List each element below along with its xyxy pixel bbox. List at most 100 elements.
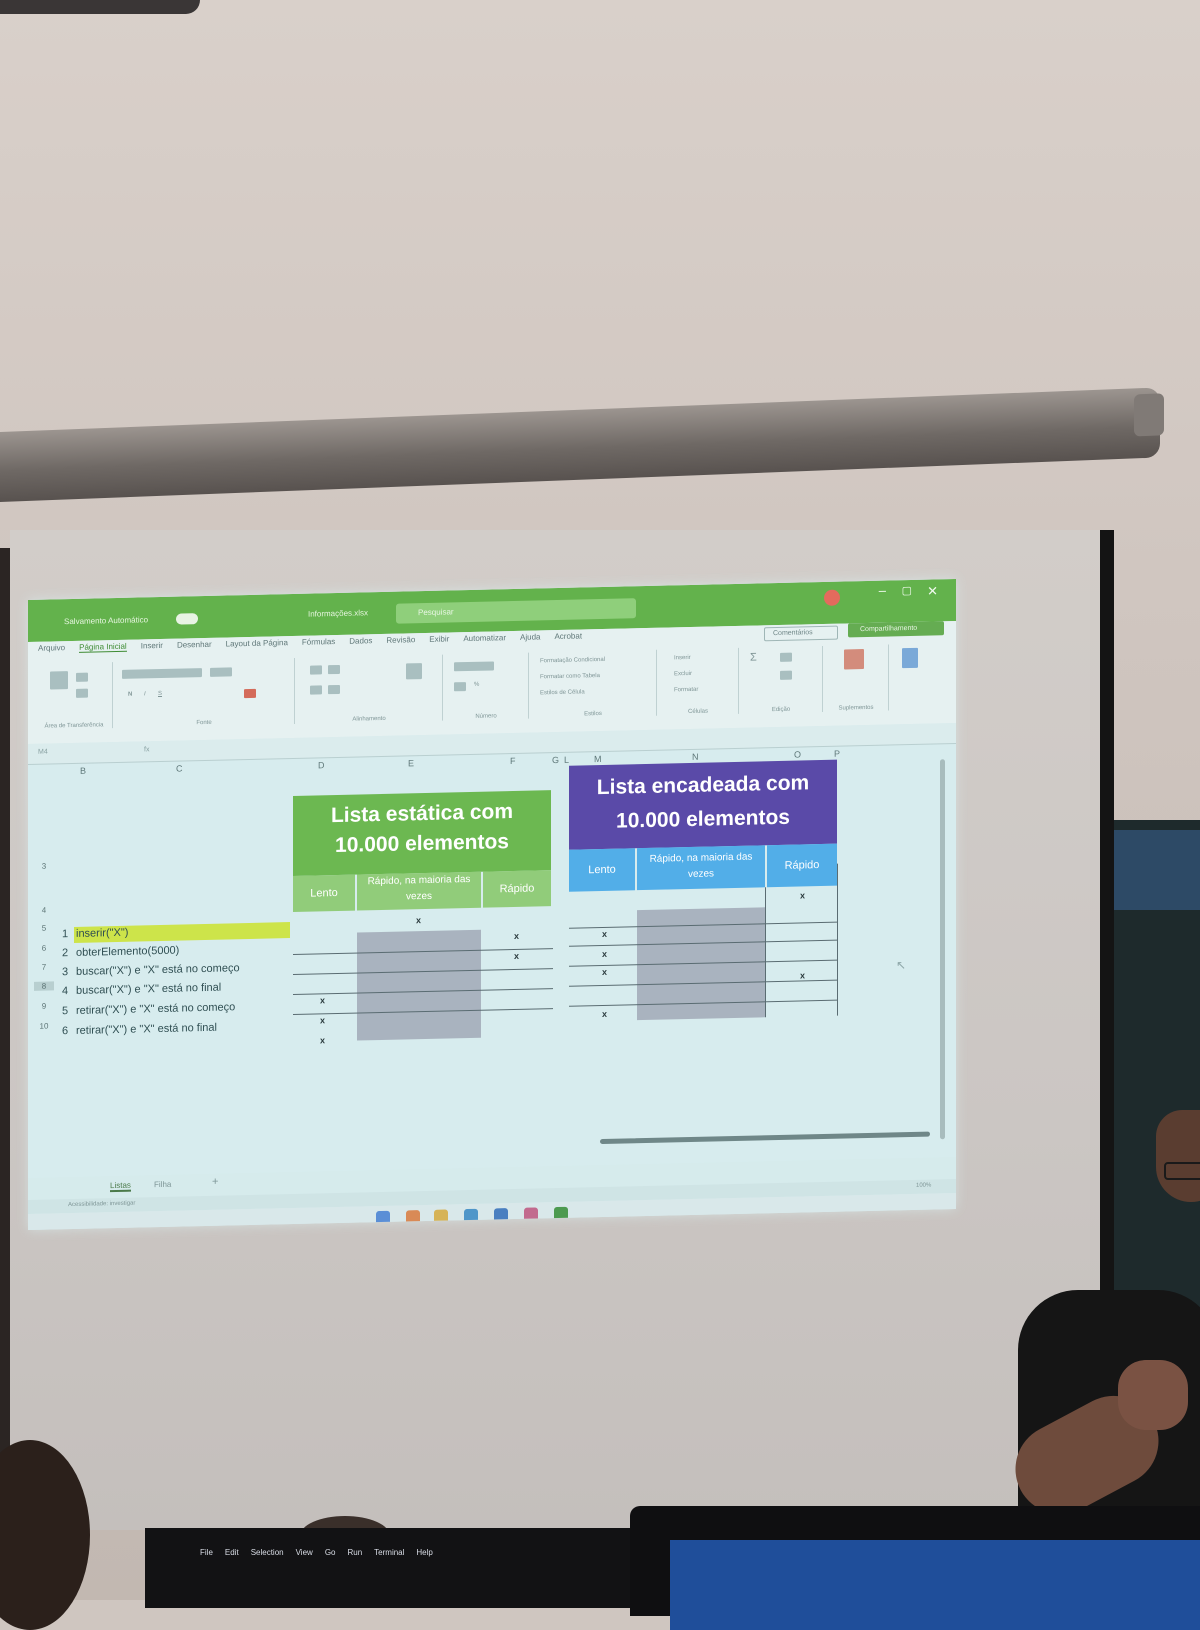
font-color-icon[interactable] — [244, 688, 256, 699]
underline-icon[interactable]: S — [158, 691, 162, 697]
x-mark[interactable]: x — [800, 890, 805, 900]
operation-cell[interactable]: retirar("X") e "X" está no final — [76, 1022, 217, 1037]
x-mark[interactable]: x — [320, 1035, 325, 1045]
addins-icon[interactable] — [844, 649, 864, 670]
percent-icon[interactable]: % — [474, 682, 479, 688]
format-table-button[interactable]: Formatar como Tabela — [540, 673, 600, 680]
row-number[interactable]: 3 — [34, 861, 54, 871]
static-col-fast[interactable]: Rápido — [483, 870, 551, 908]
x-mark[interactable]: x — [416, 915, 421, 925]
align-center-icon[interactable] — [328, 684, 340, 695]
name-box[interactable]: M4 — [38, 749, 48, 756]
copy-icon[interactable] — [76, 688, 88, 698]
acrobat-pdf-icon[interactable] — [902, 647, 918, 669]
cell-styles-button[interactable]: Estilos de Célula — [540, 689, 585, 696]
col-header[interactable]: L — [564, 755, 569, 765]
operation-cell[interactable]: buscar("X") e "X" está no final — [76, 982, 221, 997]
linked-col-slow[interactable]: Lento — [569, 848, 635, 892]
number-format-select[interactable] — [454, 661, 494, 672]
x-mark[interactable]: x — [602, 929, 607, 939]
menu-item[interactable]: Help — [416, 1548, 432, 1557]
menu-item[interactable]: Selection — [251, 1548, 284, 1557]
search-box[interactable]: Pesquisar — [396, 598, 636, 624]
col-header[interactable]: O — [794, 749, 801, 759]
maximize-icon[interactable]: ▢ — [902, 584, 912, 597]
accessibility-status[interactable]: Acessibilidade: investigar — [68, 1201, 135, 1209]
row-number-selected[interactable]: 8 — [34, 981, 54, 991]
linked-col-fast[interactable]: Rápido — [767, 843, 837, 888]
sheet-tab-listas[interactable]: Listas — [110, 1180, 131, 1193]
currency-icon[interactable] — [454, 682, 466, 692]
x-mark[interactable]: x — [320, 1015, 325, 1025]
format-cells-button[interactable]: Formatar — [674, 687, 698, 694]
tab-ajuda[interactable]: Ajuda — [520, 632, 540, 642]
tab-revisao[interactable]: Revisão — [386, 635, 415, 646]
row-number[interactable]: 10 — [34, 1021, 54, 1031]
col-header[interactable]: N — [692, 752, 699, 762]
col-header[interactable]: B — [80, 766, 86, 776]
row-number[interactable]: 4 — [34, 905, 54, 915]
x-mark[interactable]: x — [602, 1009, 607, 1019]
col-header[interactable]: D — [318, 760, 325, 770]
record-icon[interactable] — [824, 589, 840, 606]
tab-formulas[interactable]: Fórmulas — [302, 637, 335, 648]
menu-item[interactable]: Run — [347, 1548, 362, 1557]
share-button[interactable]: Compartilhamento — [848, 621, 944, 638]
col-header[interactable]: F — [510, 756, 516, 766]
linked-col-mostly[interactable]: Rápido, na maioria das vezes — [637, 845, 765, 891]
paste-icon[interactable] — [50, 671, 68, 690]
operation-cell[interactable]: buscar("X") e "X" está no começo — [76, 962, 240, 978]
autosave-toggle[interactable] — [176, 613, 198, 625]
bold-icon[interactable]: N — [128, 692, 132, 698]
italic-icon[interactable]: I — [144, 691, 146, 697]
insert-cells-button[interactable]: Inserir — [674, 655, 691, 661]
align-top-icon[interactable] — [310, 665, 322, 675]
autosum-icon[interactable]: Σ — [750, 651, 757, 663]
font-size-select[interactable] — [210, 667, 232, 677]
delete-cells-button[interactable]: Excluir — [674, 671, 692, 677]
comments-button[interactable]: Comentários — [764, 625, 838, 642]
x-mark[interactable]: x — [514, 951, 519, 961]
col-header[interactable]: C — [176, 763, 183, 773]
tab-desenhar[interactable]: Desenhar — [177, 640, 212, 651]
row-number[interactable]: 5 — [34, 923, 54, 933]
x-mark[interactable]: x — [602, 967, 607, 977]
menu-item[interactable]: Terminal — [374, 1548, 404, 1557]
operation-cell[interactable]: inserir("X") — [76, 927, 128, 940]
align-left-icon[interactable] — [310, 685, 322, 695]
row-number[interactable]: 7 — [34, 962, 54, 972]
col-header[interactable]: M — [594, 754, 602, 764]
cut-icon[interactable] — [76, 672, 88, 682]
tab-layout[interactable]: Layout da Página — [226, 638, 288, 649]
align-middle-icon[interactable] — [328, 664, 340, 675]
tab-pagina-inicial[interactable]: Página Inicial — [79, 641, 127, 653]
tab-automatizar[interactable]: Automatizar — [463, 633, 506, 644]
menu-item[interactable]: File — [200, 1548, 213, 1557]
minimize-icon[interactable]: – — [879, 583, 886, 598]
menu-item[interactable]: Go — [325, 1548, 336, 1557]
font-name-select[interactable] — [122, 668, 202, 679]
tab-exibir[interactable]: Exibir — [429, 634, 449, 644]
menu-item[interactable]: View — [296, 1548, 313, 1557]
row-number[interactable]: 9 — [34, 1001, 54, 1011]
menu-item[interactable]: Edit — [225, 1548, 239, 1557]
operation-cell[interactable]: obterElemento(5000) — [76, 945, 179, 959]
sort-filter-icon[interactable] — [780, 652, 792, 662]
col-header[interactable]: P — [834, 749, 840, 759]
operation-cell[interactable]: retirar("X") e "X" está no começo — [76, 1001, 235, 1017]
tab-acrobat[interactable]: Acrobat — [554, 631, 582, 642]
file-name[interactable]: Informações.xlsx — [308, 608, 368, 618]
x-mark[interactable]: x — [800, 970, 805, 980]
static-col-mostly[interactable]: Rápido, na maioria das vezes — [357, 871, 481, 911]
vertical-scrollbar[interactable] — [940, 759, 945, 1140]
col-header[interactable]: E — [408, 758, 414, 768]
x-mark[interactable]: x — [320, 995, 325, 1005]
tab-inserir[interactable]: Inserir — [141, 641, 163, 652]
wrap-text-icon[interactable] — [406, 663, 422, 680]
row-number[interactable]: 6 — [34, 943, 54, 953]
tab-arquivo[interactable]: Arquivo — [38, 643, 65, 654]
x-mark[interactable]: x — [602, 949, 607, 959]
add-sheet-icon[interactable]: + — [212, 1176, 218, 1188]
col-header[interactable]: G — [552, 755, 559, 765]
static-col-slow[interactable]: Lento — [293, 874, 355, 912]
